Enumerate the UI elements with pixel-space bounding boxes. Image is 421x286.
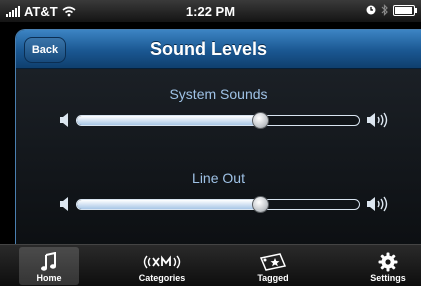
system-sounds-label: System Sounds	[169, 86, 268, 102]
tab-categories-label: Categories	[138, 273, 186, 283]
system-sounds-slider-fill	[77, 116, 261, 125]
navigation-bar: Back Sound Levels	[16, 30, 421, 69]
battery-icon	[393, 4, 417, 16]
tab-settings[interactable]: Settings	[358, 247, 418, 285]
bluetooth-icon	[381, 4, 388, 16]
volume-low-icon	[60, 197, 68, 211]
status-right	[366, 4, 417, 16]
line-out-slider[interactable]	[76, 196, 360, 213]
tab-tagged-label: Tagged	[257, 273, 289, 283]
tab-settings-label: Settings	[370, 273, 406, 283]
line-out-label: Line Out	[192, 170, 245, 186]
system-sounds-slider[interactable]	[76, 112, 360, 129]
system-sounds-slider-thumb[interactable]	[252, 112, 270, 129]
page-title: Sound Levels	[149, 39, 268, 59]
line-out-slider-fill	[77, 200, 261, 209]
tab-home-label: Home	[36, 273, 62, 283]
tab-home[interactable]: Home	[19, 247, 79, 285]
music-note-icon	[41, 251, 57, 273]
tab-categories[interactable]: Categories	[132, 247, 192, 285]
tab-tagged[interactable]: Tagged	[243, 247, 303, 285]
gear-icon	[378, 251, 398, 273]
tab-bar: Home Categories Tagged Settings	[0, 244, 421, 286]
sliders-content: System Sounds Line Out	[16, 69, 421, 250]
clock-icon	[366, 5, 376, 15]
volume-high-icon	[367, 196, 388, 212]
volume-high-icon	[367, 112, 388, 128]
sound-levels-panel: Back Sound Levels System Sounds Line Out	[15, 29, 421, 251]
line-out-slider-thumb[interactable]	[252, 196, 270, 213]
xm-logo-icon	[141, 251, 183, 273]
tag-icon	[258, 251, 288, 273]
volume-low-icon	[60, 113, 68, 127]
status-time: 1:22 PM	[185, 4, 236, 19]
status-bar: AT&T 1:22 PM	[0, 0, 421, 23]
